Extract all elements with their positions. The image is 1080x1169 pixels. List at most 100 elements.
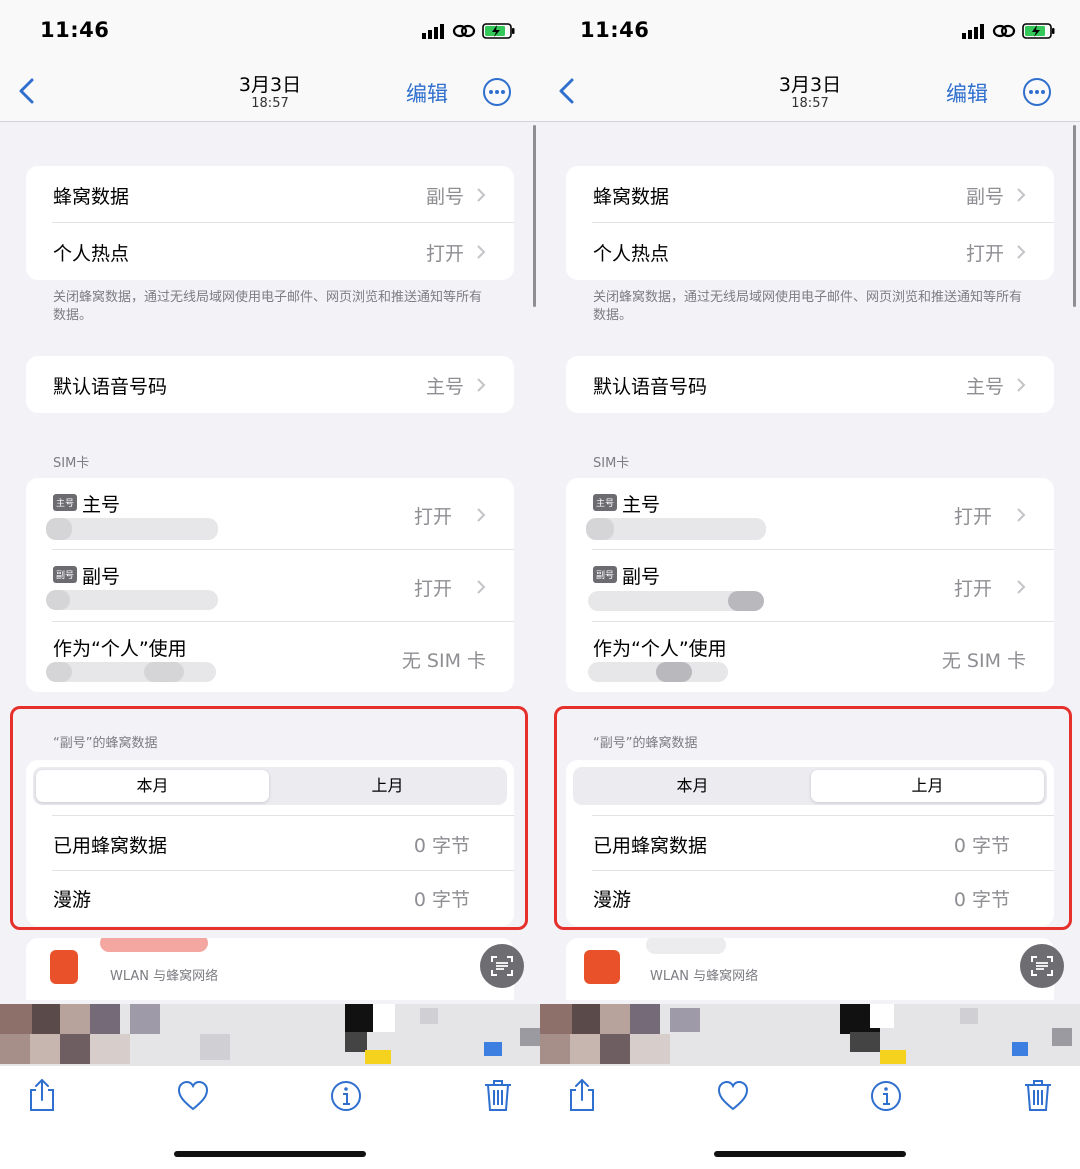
redacted-label bbox=[100, 938, 208, 952]
default-voice-value: 主号 bbox=[425, 376, 464, 398]
sim-card: 主号 主号 打开 副号 副号 打开 作为“个人”使用 无 SIM 卡 bbox=[26, 478, 514, 692]
more-options-icon[interactable] bbox=[1022, 77, 1052, 107]
default-voice-row[interactable]: 默认语音号码 主号 bbox=[566, 356, 1054, 413]
link-icon bbox=[992, 24, 1016, 38]
sim-badge-icon: 副号 bbox=[593, 566, 618, 583]
scroll-indicator bbox=[1073, 125, 1076, 307]
photo-date: 3月3日 bbox=[238, 74, 302, 96]
hotspot-label: 个人热点 bbox=[593, 243, 670, 265]
home-indicator bbox=[174, 1151, 366, 1157]
redacted-number bbox=[46, 590, 70, 610]
redacted-number bbox=[586, 518, 614, 540]
battery-charging-icon bbox=[1022, 23, 1055, 39]
personal-use-value: 无 SIM 卡 bbox=[941, 650, 1026, 672]
default-voice-row[interactable]: 默认语音号码 主号 bbox=[26, 356, 514, 413]
share-icon[interactable] bbox=[566, 1078, 598, 1112]
sim-card: 主号 主号 打开 副号 副号 打开 作为“个人”使用 无 SIM 卡 bbox=[566, 478, 1054, 692]
wlan-cellular-label: WLAN 与蜂窝网络 bbox=[110, 969, 219, 984]
wlan-card: WLAN 与蜂窝网络 bbox=[26, 938, 514, 1000]
chevron-right-icon bbox=[477, 580, 486, 594]
more-options-icon[interactable] bbox=[482, 77, 512, 107]
chevron-right-icon bbox=[477, 508, 486, 522]
sim-primary-label: 主号 bbox=[622, 494, 661, 516]
sim-secondary-value: 打开 bbox=[413, 578, 452, 600]
sim-badge-icon: 副号 bbox=[53, 566, 78, 583]
personal-use-value: 无 SIM 卡 bbox=[401, 650, 486, 672]
cellular-footer-note: 关闭蜂窝数据，通过无线局域网使用电子邮件、网页浏览和推送通知等所有数据。 bbox=[593, 290, 1023, 323]
link-icon bbox=[452, 24, 476, 38]
left-screenshot: 11:46 3月3日 18:57 编辑 蜂窝数据 副号 个人热点 打开 关闭蜂窝… bbox=[0, 0, 540, 1169]
personal-use-label: 作为“个人”使用 bbox=[53, 638, 187, 660]
photo-time: 18:57 bbox=[251, 96, 289, 111]
trash-icon[interactable] bbox=[482, 1078, 514, 1112]
sim-secondary-title: 副号 副号 bbox=[593, 562, 660, 589]
sim-primary-label: 主号 bbox=[82, 494, 121, 516]
chevron-right-icon bbox=[1017, 580, 1026, 594]
personal-use-row[interactable]: 作为“个人”使用 无 SIM 卡 bbox=[26, 622, 514, 692]
photo-date: 3月3日 bbox=[778, 74, 842, 96]
cellular-footer-note: 关闭蜂窝数据，通过无线局域网使用电子邮件、网页浏览和推送通知等所有数据。 bbox=[53, 290, 483, 323]
chevron-right-icon bbox=[477, 245, 486, 259]
redacted-label bbox=[646, 938, 726, 954]
sim-secondary-label: 副号 bbox=[82, 566, 121, 588]
cellular-card: 蜂窝数据 副号 个人热点 打开 bbox=[26, 166, 514, 280]
voice-card: 默认语音号码 主号 bbox=[566, 356, 1054, 413]
wlan-app-icon bbox=[584, 950, 620, 984]
cellular-data-row[interactable]: 蜂窝数据 副号 bbox=[26, 166, 514, 223]
sim-secondary-title: 副号 副号 bbox=[53, 562, 120, 589]
hotspot-label: 个人热点 bbox=[53, 243, 130, 265]
trash-icon[interactable] bbox=[1022, 1078, 1054, 1112]
sim-primary-row[interactable]: 主号 主号 打开 bbox=[566, 478, 1054, 549]
right-screenshot: 11:46 3月3日 18:57 编辑 蜂窝数据 副号 个人热点 打开 关闭蜂窝… bbox=[540, 0, 1080, 1169]
chevron-right-icon bbox=[1017, 378, 1026, 392]
status-time: 11:46 bbox=[580, 18, 650, 42]
sim-primary-value: 打开 bbox=[413, 506, 452, 528]
sim-badge-icon: 主号 bbox=[53, 494, 78, 511]
chevron-right-icon bbox=[477, 188, 486, 202]
hotspot-row[interactable]: 个人热点 打开 bbox=[566, 223, 1054, 280]
hotspot-row[interactable]: 个人热点 打开 bbox=[26, 223, 514, 280]
pixelated-thumbnails bbox=[0, 998, 540, 1070]
redacted-number bbox=[728, 591, 764, 611]
sim-secondary-row[interactable]: 副号 副号 打开 bbox=[566, 550, 1054, 621]
favorite-heart-icon[interactable] bbox=[177, 1079, 209, 1113]
highlight-box bbox=[10, 706, 528, 930]
edit-button[interactable]: 编辑 bbox=[946, 78, 988, 108]
status-bar: 11:46 bbox=[540, 0, 1080, 64]
info-icon[interactable] bbox=[870, 1079, 902, 1113]
sim-secondary-row[interactable]: 副号 副号 打开 bbox=[26, 550, 514, 621]
personal-use-label: 作为“个人”使用 bbox=[593, 638, 727, 660]
personal-use-row[interactable]: 作为“个人”使用 无 SIM 卡 bbox=[566, 622, 1054, 692]
default-voice-label: 默认语音号码 bbox=[53, 376, 168, 398]
nav-bar: 3月3日 18:57 编辑 bbox=[540, 64, 1080, 122]
favorite-heart-icon[interactable] bbox=[717, 1079, 749, 1113]
chevron-right-icon bbox=[477, 378, 486, 392]
sim-primary-row[interactable]: 主号 主号 打开 bbox=[26, 478, 514, 549]
live-text-scan-icon[interactable] bbox=[1019, 943, 1065, 989]
edit-button[interactable]: 编辑 bbox=[406, 78, 448, 108]
cellular-data-label: 蜂窝数据 bbox=[53, 186, 130, 208]
sim-section-header: SIM卡 bbox=[593, 456, 630, 471]
photo-time: 18:57 bbox=[791, 96, 829, 111]
voice-card: 默认语音号码 主号 bbox=[26, 356, 514, 413]
scroll-indicator bbox=[533, 125, 536, 307]
share-icon[interactable] bbox=[26, 1078, 58, 1112]
signal-icon bbox=[962, 24, 984, 39]
sim-secondary-label: 副号 bbox=[622, 566, 661, 588]
sim-secondary-value: 打开 bbox=[953, 578, 992, 600]
sim-section-header: SIM卡 bbox=[53, 456, 90, 471]
status-icons bbox=[422, 22, 516, 40]
nav-bar: 3月3日 18:57 编辑 bbox=[0, 64, 540, 122]
status-icons bbox=[962, 22, 1056, 40]
live-text-scan-icon[interactable] bbox=[479, 943, 525, 989]
chevron-right-icon bbox=[1017, 188, 1026, 202]
cellular-card: 蜂窝数据 副号 个人热点 打开 bbox=[566, 166, 1054, 280]
wlan-card: WLAN 与蜂窝网络 bbox=[566, 938, 1054, 1000]
redacted-number bbox=[46, 662, 72, 682]
pixelated-thumbnails bbox=[540, 998, 1080, 1070]
info-icon[interactable] bbox=[330, 1079, 362, 1113]
cellular-data-value: 副号 bbox=[965, 186, 1004, 208]
cellular-data-row[interactable]: 蜂窝数据 副号 bbox=[566, 166, 1054, 223]
chevron-right-icon bbox=[1017, 245, 1026, 259]
wlan-app-icon bbox=[50, 950, 78, 984]
